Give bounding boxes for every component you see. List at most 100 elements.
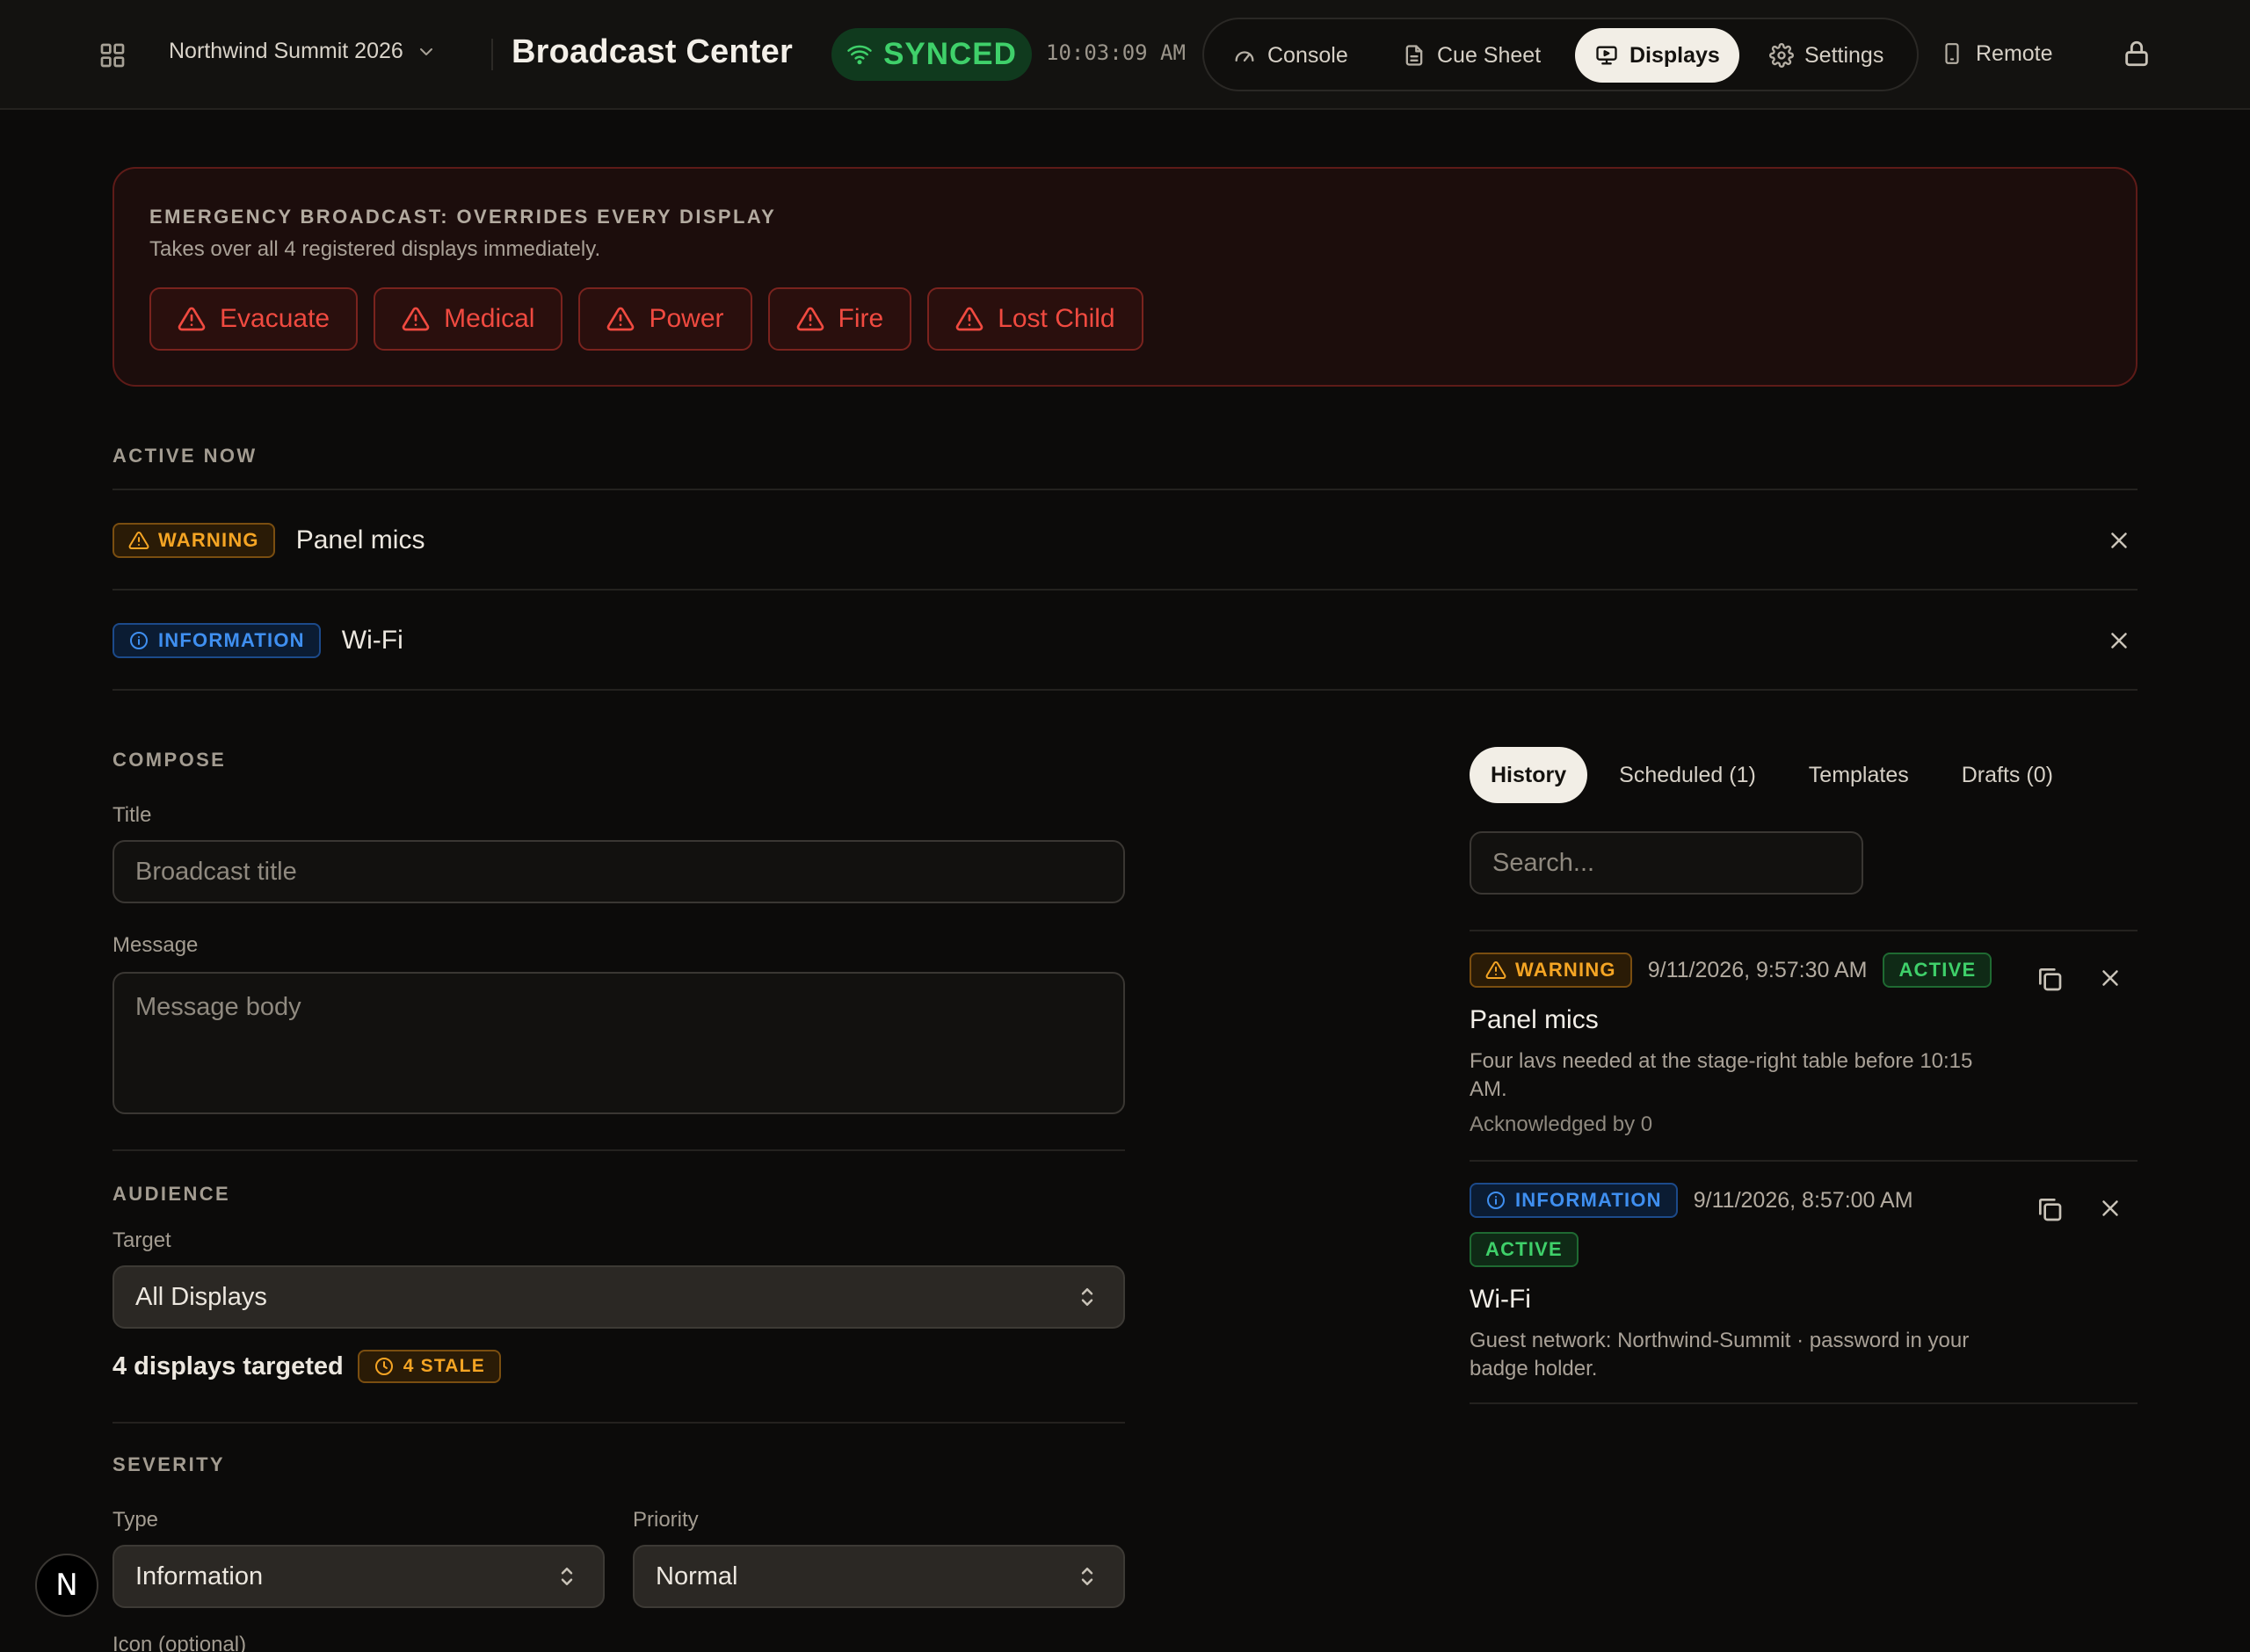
active-now-label: ACTIVE NOW [112, 445, 258, 467]
target-select-value: All Displays [135, 1282, 267, 1311]
nav-cue-sheet[interactable]: Cue Sheet [1383, 28, 1560, 83]
page-title: Broadcast Center [512, 33, 793, 70]
target-field-label: Target [112, 1228, 171, 1252]
main-nav: Console Cue Sheet Displays Settings [1202, 18, 1919, 91]
lost-child-button[interactable]: Lost Child [927, 287, 1143, 351]
tab-templates[interactable]: Templates [1788, 747, 1930, 803]
title-field-label: Title [112, 803, 152, 827]
medical-label: Medical [444, 304, 535, 333]
wifi-icon [846, 41, 873, 68]
evacuate-button[interactable]: Evacuate [149, 287, 359, 351]
history-item-actions [2036, 965, 2125, 993]
history-item: WARNING 9/11/2026, 9:57:30 AM ACTIVE Pan… [1470, 953, 2138, 1137]
targeted-count: 4 displays targeted [112, 1351, 344, 1380]
fire-button[interactable]: Fire [767, 287, 912, 351]
top-bar: Northwind Summit 2026 Broadcast Center S… [0, 0, 2250, 110]
sync-status-text: SYNCED [883, 37, 1017, 71]
alert-triangle-icon [178, 305, 206, 333]
gear-icon [1769, 43, 1794, 68]
power-label: Power [649, 304, 724, 333]
sync-status-badge: SYNCED [831, 28, 1032, 81]
emergency-buttons: Evacuate Medical Power Fire Lost Child [149, 287, 1143, 351]
priority-field-label: Priority [633, 1508, 699, 1532]
message-textarea[interactable] [112, 972, 1125, 1114]
stale-badge-text: 4 STALE [403, 1356, 485, 1376]
divider [1470, 1160, 2138, 1162]
information-badge: INFORMATION [1470, 1183, 1678, 1218]
active-status-badge: ACTIVE [1883, 953, 1992, 988]
icon-field-label: Icon (optional) [112, 1633, 247, 1652]
history-item-body: Four lavs needed at the stage-right tabl… [1470, 1049, 1973, 1101]
information-badge-text: INFORMATION [1515, 1189, 1662, 1211]
close-icon[interactable] [2106, 627, 2132, 654]
target-select[interactable]: All Displays [112, 1265, 1125, 1329]
alert-triangle-icon [796, 305, 824, 333]
info-circle-icon [128, 630, 149, 651]
clock: 10:03:09 AM [1046, 40, 1186, 65]
title-input[interactable] [112, 840, 1125, 903]
history-item: INFORMATION 9/11/2026, 8:57:00 AM ACTIVE… [1470, 1183, 2138, 1383]
audience-label: AUDIENCE [112, 1183, 231, 1205]
tab-scheduled[interactable]: Scheduled (1) [1598, 747, 1777, 803]
message-field-label: Message [112, 933, 199, 957]
divider [1470, 930, 2138, 931]
evacuate-label: Evacuate [220, 304, 330, 333]
severity-label: SEVERITY [112, 1453, 226, 1475]
divider [112, 1422, 1125, 1424]
alert-triangle-icon [955, 305, 983, 333]
history-item-time: 9/11/2026, 9:57:30 AM [1647, 957, 1868, 982]
compose-label: COMPOSE [112, 749, 227, 771]
divider [112, 689, 2138, 691]
nav-displays[interactable]: Displays [1575, 28, 1739, 83]
history-tabs: History Scheduled (1) Templates Drafts (… [1470, 747, 2085, 803]
document-icon [1402, 43, 1426, 68]
type-select-value: Information [135, 1561, 264, 1590]
chevron-down-icon [416, 41, 437, 62]
event-selector[interactable]: Northwind Summit 2026 [169, 39, 437, 64]
nav-cue-sheet-label: Cue Sheet [1437, 42, 1542, 68]
tab-history[interactable]: History [1470, 747, 1588, 803]
warning-badge-text: WARNING [1515, 959, 1616, 981]
remote-label: Remote [1976, 40, 2053, 66]
priority-select-value: Normal [656, 1561, 738, 1590]
alert-triangle-icon [606, 305, 635, 333]
type-field-label: Type [112, 1508, 159, 1532]
history-item-title: Wi-Fi [1470, 1285, 1531, 1314]
history-item-actions [2036, 1195, 2125, 1223]
power-button[interactable]: Power [578, 287, 752, 351]
history-search-input[interactable] [1470, 831, 1863, 895]
alert-triangle-icon [128, 530, 149, 551]
apps-grid-icon[interactable] [98, 41, 127, 69]
clock-icon [374, 1356, 395, 1377]
emergency-subtitle: Takes over all 4 registered displays imm… [149, 237, 601, 261]
copy-icon[interactable] [2036, 1195, 2064, 1223]
close-icon[interactable] [2106, 527, 2132, 554]
warning-badge: WARNING [1470, 953, 1632, 988]
phone-icon [1941, 42, 1963, 65]
copy-icon[interactable] [2036, 965, 2064, 993]
tab-drafts[interactable]: Drafts (0) [1941, 747, 2074, 803]
active-broadcast-row: WARNING Panel mics [112, 490, 2138, 591]
close-icon[interactable] [2097, 965, 2125, 993]
chevron-up-down-icon [1074, 1284, 1100, 1310]
type-select[interactable]: Information [112, 1545, 605, 1608]
lost-child-label: Lost Child [998, 304, 1115, 333]
monitor-icon [1594, 43, 1619, 68]
history-item-meta: INFORMATION 9/11/2026, 8:57:00 AM ACTIVE [1470, 1183, 1962, 1267]
active-broadcast-name: Panel mics [295, 525, 425, 554]
remote-button[interactable]: Remote [1941, 26, 2053, 81]
nav-console[interactable]: Console [1213, 28, 1368, 83]
warning-badge: WARNING [112, 523, 275, 558]
close-icon[interactable] [2097, 1195, 2125, 1223]
medical-button[interactable]: Medical [374, 287, 563, 351]
event-name: Northwind Summit 2026 [169, 39, 403, 63]
divider [1470, 1402, 2138, 1404]
nav-settings-label: Settings [1804, 42, 1884, 68]
app-logo-button[interactable]: N [35, 1554, 98, 1617]
info-circle-icon [1485, 1190, 1506, 1211]
information-badge: INFORMATION [112, 623, 321, 658]
chevron-up-down-icon [1074, 1563, 1100, 1590]
lock-icon[interactable] [2122, 39, 2152, 69]
nav-settings[interactable]: Settings [1750, 28, 1903, 83]
priority-select[interactable]: Normal [633, 1545, 1125, 1608]
